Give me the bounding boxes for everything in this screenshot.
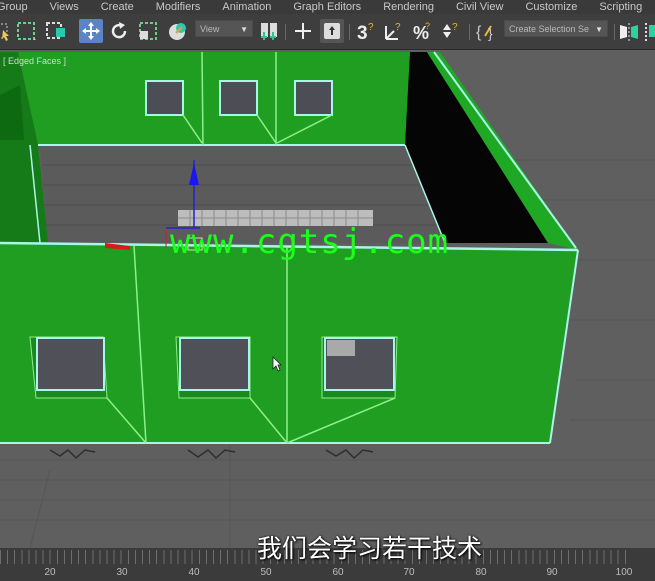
menu-scripting[interactable]: Scripting — [599, 0, 642, 14]
perspective-viewport[interactable]: [ Edged Faces ] — [0, 50, 655, 548]
percent-snap-button[interactable]: %? — [411, 19, 435, 43]
timeline-tick-label: 90 — [546, 567, 558, 578]
toolbar-separator — [285, 24, 286, 40]
select-and-move-icon — [82, 22, 100, 40]
svg-text:3: 3 — [357, 23, 368, 42]
menu-bar: Group Views Create Modifiers Animation G… — [0, 0, 655, 14]
main-toolbar: View ▼ 3? ? %? ? {} Create Selection Se … — [0, 14, 655, 51]
svg-text:?: ? — [395, 22, 401, 33]
rectangular-selection-button[interactable] — [14, 19, 38, 43]
snaps-toggle-icon: 3? — [357, 22, 374, 42]
edit-named-selection-sets-button[interactable]: {} — [474, 19, 498, 43]
svg-text:?: ? — [452, 22, 458, 33]
select-object-icon — [0, 23, 9, 41]
angle-snap-button[interactable]: ? — [382, 19, 406, 43]
keyboard-shortcut-override-button[interactable] — [320, 19, 344, 43]
svg-text:{: { — [476, 24, 482, 41]
menu-rendering[interactable]: Rendering — [383, 0, 434, 14]
select-and-manipulate-button[interactable] — [291, 19, 315, 43]
select-and-manipulate-icon — [295, 23, 311, 39]
viewport-shading-label[interactable]: [ Edged Faces ] — [3, 56, 66, 66]
watermark-text: www.cgtsj.com — [170, 222, 450, 262]
timeline-tick-label: 50 — [260, 567, 272, 578]
svg-text:?: ? — [368, 22, 374, 33]
use-pivot-point-button[interactable] — [257, 19, 281, 43]
keyboard-shortcut-override-icon — [324, 23, 340, 39]
timeline-tick-label: 40 — [188, 567, 200, 578]
select-and-scale-button[interactable] — [136, 19, 160, 43]
select-and-rotate-button[interactable] — [107, 19, 131, 43]
menu-views[interactable]: Views — [50, 0, 79, 14]
rectangular-selection-region-icon — [17, 22, 36, 40]
percent-snap-icon: %? — [413, 21, 430, 42]
spinner-snap-button[interactable]: ? — [438, 19, 462, 43]
mirror-button[interactable] — [617, 19, 641, 43]
front-wall-windows — [29, 336, 398, 399]
window-crossing-icon — [46, 22, 65, 39]
menu-modifiers[interactable]: Modifiers — [156, 0, 201, 14]
svg-text:?: ? — [425, 21, 430, 31]
timeline-tick-label: 60 — [332, 567, 344, 578]
back-wall — [18, 52, 410, 145]
select-object-button[interactable] — [0, 19, 14, 43]
back-wall-windows — [145, 80, 333, 116]
video-subtitle: 我们会学习若干技术 — [257, 534, 483, 563]
window-crossing-button[interactable] — [44, 19, 68, 43]
timeline-tick-label: 30 — [116, 567, 128, 578]
toolbar-separator — [349, 24, 350, 40]
toolbar-separator — [469, 24, 470, 40]
spinner-snap-icon: ? — [443, 22, 458, 38]
mouse-cursor-icon — [272, 356, 282, 372]
align-button[interactable] — [641, 19, 655, 43]
snaps-toggle-button[interactable]: 3? — [355, 19, 379, 43]
menu-graph-editors[interactable]: Graph Editors — [293, 0, 361, 14]
named-selection-sets-dropdown[interactable]: Create Selection Se ▼ — [504, 20, 608, 37]
menu-customize[interactable]: Customize — [525, 0, 577, 14]
align-icon — [645, 23, 655, 41]
select-and-move-button[interactable] — [79, 19, 103, 43]
select-and-place-button[interactable] — [166, 19, 190, 43]
select-and-rotate-icon — [111, 22, 127, 39]
svg-text:}: } — [488, 25, 493, 41]
timeline-tick-label: 70 — [403, 567, 415, 578]
toolbar-separator — [614, 24, 615, 40]
select-and-place-icon — [169, 23, 186, 40]
timeline-tick-label: 80 — [475, 567, 487, 578]
scene-geometry — [0, 50, 655, 548]
mirror-icon — [620, 23, 638, 41]
named-selection-sets-value: Create Selection Se — [509, 24, 590, 34]
chevron-down-icon: ▼ — [240, 25, 248, 34]
menu-civil-view[interactable]: Civil View — [456, 0, 503, 14]
timeline-tick-label: 100 — [615, 567, 633, 578]
edit-named-selection-sets-icon: {} — [476, 24, 493, 41]
chevron-down-icon: ▼ — [595, 25, 603, 34]
reference-coordinate-system-dropdown[interactable]: View ▼ — [195, 20, 253, 37]
menu-create[interactable]: Create — [101, 0, 134, 14]
angle-snap-icon: ? — [385, 22, 401, 40]
reference-coordinate-system-value: View — [200, 24, 220, 34]
select-and-scale-icon — [139, 22, 157, 40]
menu-animation[interactable]: Animation — [222, 0, 271, 14]
timeline-tick-label: 20 — [44, 567, 56, 578]
menu-group[interactable]: Group — [0, 0, 28, 14]
use-pivot-point-icon — [261, 23, 277, 40]
